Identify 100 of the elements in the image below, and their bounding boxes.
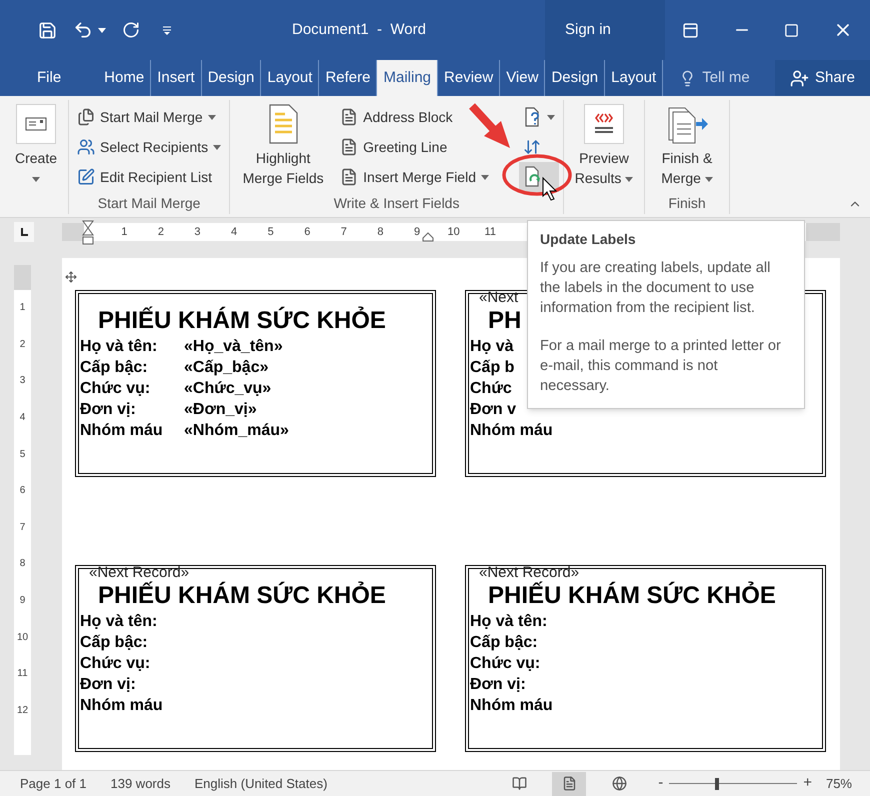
save-icon[interactable] xyxy=(38,20,57,40)
ruler-number: 7 xyxy=(20,522,26,534)
field-label: Họ và tên: xyxy=(80,612,158,632)
next-record-field: «Next xyxy=(479,290,518,305)
field-label: Họ và tên: xyxy=(470,612,548,632)
caret-icon xyxy=(547,114,555,120)
ruler-number: 9 xyxy=(414,224,420,240)
field-label: Cấp bậc: xyxy=(80,633,148,653)
person-add-icon xyxy=(790,68,809,88)
ruler-number: 6 xyxy=(20,485,26,498)
ribbon-button[interactable]: Preview Results xyxy=(568,102,640,194)
zoom-slider[interactable] xyxy=(669,778,798,790)
ruler-number: 10 xyxy=(448,224,460,240)
ribbon-display-icon[interactable] xyxy=(682,22,699,38)
indent-marker-icon[interactable] xyxy=(82,220,94,246)
field-label: Cấp bậc: xyxy=(470,633,538,653)
ribbon-button[interactable]: Select Recipients xyxy=(73,132,226,162)
field-label: Đơn v xyxy=(470,400,516,420)
field-label: Cấp bậc: xyxy=(80,358,149,378)
indent-marker-icon[interactable] xyxy=(422,232,434,242)
ribbon-button[interactable]: Highlight Merge Fields xyxy=(234,102,332,194)
word-count[interactable]: 139 words xyxy=(110,774,170,794)
ruler-number: 5 xyxy=(268,224,274,240)
ruler-number: 4 xyxy=(20,412,26,424)
ruler-margin xyxy=(14,265,31,290)
field-label: Nhóm máu xyxy=(80,696,163,716)
annotation-arrow xyxy=(469,103,510,148)
caret-icon xyxy=(32,176,40,182)
ruler-number: 1 xyxy=(121,224,128,240)
field-label: Chức xyxy=(470,379,512,399)
ruler-number: 4 xyxy=(231,224,238,240)
highlight-ellipse xyxy=(502,154,572,196)
ribbon-button[interactable]: Finish & Merge xyxy=(649,102,725,194)
field-label: Chức vụ: xyxy=(80,654,150,674)
ribbon-button[interactable]: Greeting Line xyxy=(336,132,493,162)
ribbon-button[interactable]: Start Mail Merge xyxy=(73,102,226,132)
window-title: Document1 - Word xyxy=(292,20,426,40)
zoom-in-button[interactable]: + xyxy=(803,772,812,795)
share-button[interactable]: Share xyxy=(775,60,870,96)
zoom-out-button[interactable]: - xyxy=(658,772,664,795)
edit-list-icon xyxy=(77,168,95,186)
merge-field: «Họ_và_tên» xyxy=(184,336,283,357)
field-label: Chức vụ: xyxy=(470,654,540,674)
ribbon-button[interactable]: Insert Merge Field xyxy=(336,162,493,192)
redo-icon[interactable] xyxy=(122,21,140,39)
field-label: Đơn vị: xyxy=(80,400,137,420)
ruler-number: 3 xyxy=(20,375,26,388)
sign-in-link[interactable]: Sign in xyxy=(545,0,665,60)
page-count[interactable]: Page 1 of 1 xyxy=(20,774,86,794)
ribbon-button[interactable]: Edit Recipient List xyxy=(73,162,226,192)
ribbon-tab[interactable]: File xyxy=(30,60,68,96)
document-icon xyxy=(340,108,358,126)
swap-arrows-icon xyxy=(523,138,541,156)
tab-stop-icon[interactable] xyxy=(14,222,34,242)
caret-icon xyxy=(98,28,106,32)
documents-icon xyxy=(77,108,95,126)
ribbon-tab[interactable]: Design xyxy=(545,60,606,96)
move-handle-icon[interactable] xyxy=(65,271,77,283)
ruler-margin xyxy=(62,223,84,241)
merge-field: «Cấp_bậc» xyxy=(184,357,268,378)
ruler-number: 7 xyxy=(340,224,347,240)
document-icon xyxy=(340,168,358,186)
ruler-number: 8 xyxy=(20,558,26,570)
field-label: Họ và tên: xyxy=(80,337,158,357)
tell-me-field[interactable]: Tell me xyxy=(679,60,750,96)
ribbon-button[interactable]: Create xyxy=(8,102,64,194)
zoom-percent[interactable]: 75% xyxy=(826,774,852,794)
ruler-number: 10 xyxy=(16,632,28,644)
mouse-pointer-icon xyxy=(542,176,558,201)
field-label: Nhóm máu xyxy=(80,421,164,441)
field-label: Đơn vị: xyxy=(470,675,526,695)
field-label: Cấp b xyxy=(470,358,514,378)
ribbon-tab[interactable]: Layout xyxy=(605,60,664,96)
next-record-field: «Next Record» xyxy=(89,565,190,580)
ruler-number: 1 xyxy=(20,302,26,314)
ruler-number: 6 xyxy=(304,224,310,240)
label-title: PHIẾU KHÁM SỨC KHỎE xyxy=(98,306,386,336)
caret-icon xyxy=(704,176,713,182)
field-label: Họ và xyxy=(470,337,514,357)
ribbon-button[interactable]: Address Block xyxy=(336,102,493,132)
caret-icon xyxy=(625,176,634,182)
ruler-number: 5 xyxy=(20,448,26,461)
label-title: PH xyxy=(488,306,522,336)
envelope-icon xyxy=(16,104,56,144)
undo-icon[interactable] xyxy=(73,20,93,40)
tooltip-title: Update Labels xyxy=(540,230,637,249)
merge-field: «Chức_vụ» xyxy=(184,378,272,399)
field-label: Chức vụ: xyxy=(80,379,152,399)
preview-icon xyxy=(584,104,624,144)
document-icon xyxy=(340,138,358,156)
maximize-icon[interactable] xyxy=(784,22,800,38)
print-layout-icon[interactable] xyxy=(552,772,586,796)
highlighted-document-icon xyxy=(267,104,300,144)
next-record-field: «Next Record» xyxy=(479,565,580,580)
ribbon-tab[interactable]: Mailing xyxy=(377,60,438,96)
field-label: Đơn vị: xyxy=(80,675,136,695)
tooltip-text: For a mail merge to a printed letter or e-mail, this command is not necessary. xyxy=(540,337,782,396)
language-status[interactable]: English (United States) xyxy=(194,774,328,794)
caret-icon xyxy=(481,174,489,180)
customize-toolbar-icon[interactable] xyxy=(162,25,172,35)
